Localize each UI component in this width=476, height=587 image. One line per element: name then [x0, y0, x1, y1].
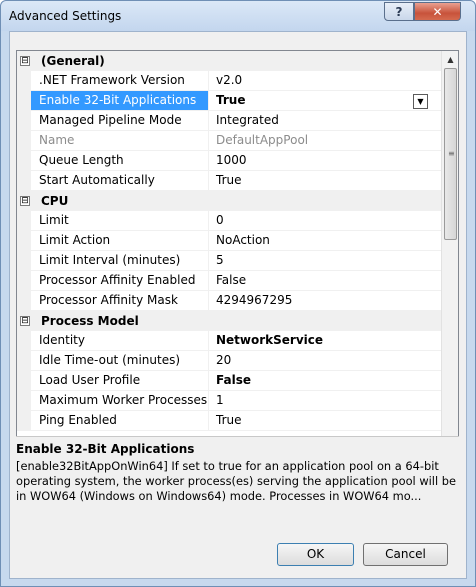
property-name[interactable]: Identity: [31, 331, 209, 351]
property-name[interactable]: Limit: [31, 211, 209, 231]
property-name[interactable]: Start Automatically: [31, 171, 209, 191]
dialog-content: .NET Framework Version v2.0 Enable 32-Bit …: [9, 31, 467, 579]
row-gutter: [17, 151, 31, 171]
property-row[interactable]: Identity NetworkService: [17, 331, 441, 351]
row-gutter: [17, 211, 31, 231]
property-value[interactable]: False: [209, 371, 441, 391]
help-button[interactable]: ?: [384, 2, 414, 21]
property-row[interactable]: Idle Time-out (minutes) 20: [17, 351, 441, 371]
row-gutter: [17, 391, 31, 411]
dialog-title: Advanced Settings: [9, 9, 122, 23]
property-row[interactable]: Limit Interval (minutes) 5: [17, 251, 441, 271]
category-row[interactable]: ⊟ CPU: [17, 191, 441, 211]
property-value[interactable]: Integrated: [209, 111, 441, 131]
row-gutter: [17, 271, 31, 291]
category-label: (General): [41, 54, 105, 68]
description-title: Enable 32-Bit Applications: [16, 442, 195, 456]
property-row[interactable]: Start Automatically True: [17, 171, 441, 191]
category-label: Process Model: [41, 314, 139, 328]
property-row[interactable]: Maximum Worker Processes 1: [17, 391, 441, 411]
property-value[interactable]: 1000: [209, 151, 441, 171]
property-name[interactable]: Queue Length: [31, 151, 209, 171]
property-row[interactable]: Limit 0: [17, 211, 441, 231]
property-value[interactable]: v2.0: [209, 71, 441, 91]
property-row[interactable]: Queue Length 1000: [17, 151, 441, 171]
row-gutter: [17, 231, 31, 251]
property-name[interactable]: Limit Action: [31, 231, 209, 251]
property-row[interactable]: Load User Profile False: [17, 371, 441, 391]
property-value[interactable]: 20: [209, 351, 441, 371]
row-gutter: [17, 91, 31, 111]
collapse-icon[interactable]: ⊟: [20, 196, 30, 206]
property-row[interactable]: Ping Enabled True: [17, 411, 441, 431]
row-gutter: [17, 331, 31, 351]
property-row[interactable]: Enable 32-Bit Applications True ▼: [17, 91, 441, 111]
help-icon: ?: [395, 4, 403, 19]
property-value[interactable]: False: [209, 271, 441, 291]
property-row[interactable]: Managed Pipeline Mode Integrated: [17, 111, 441, 131]
close-icon: ✕: [432, 4, 443, 19]
property-row[interactable]: Limit Action NoAction: [17, 231, 441, 251]
category-label: CPU: [41, 194, 69, 208]
property-name[interactable]: Maximum Worker Processes: [31, 391, 209, 411]
property-value[interactable]: True: [209, 411, 441, 431]
collapse-icon[interactable]: ⊟: [20, 56, 30, 66]
property-value[interactable]: 0: [209, 211, 441, 231]
property-name[interactable]: Enable 32-Bit Applications: [31, 91, 209, 111]
row-gutter: [17, 411, 31, 431]
category-row[interactable]: ⊟ (General): [17, 51, 441, 71]
close-button[interactable]: ✕: [414, 2, 461, 21]
row-gutter: [17, 371, 31, 391]
property-value[interactable]: NetworkService: [209, 331, 441, 351]
property-row[interactable]: Processor Affinity Mask 4294967295: [17, 291, 441, 311]
vertical-scrollbar[interactable]: ▲ ≡ ▼: [441, 51, 458, 463]
property-name[interactable]: Name: [31, 131, 209, 151]
dropdown-arrow-icon[interactable]: ▼: [413, 94, 428, 109]
row-gutter: [17, 291, 31, 311]
category-row[interactable]: ⊟ Process Model: [17, 311, 441, 331]
property-value[interactable]: NoAction: [209, 231, 441, 251]
property-value[interactable]: 1: [209, 391, 441, 411]
property-name[interactable]: .NET Framework Version: [31, 71, 209, 91]
property-name[interactable]: Ping Enabled: [31, 411, 209, 431]
property-value[interactable]: 5: [209, 251, 441, 271]
property-name[interactable]: Managed Pipeline Mode: [31, 111, 209, 131]
scroll-up-icon[interactable]: ▲: [442, 51, 458, 68]
property-name[interactable]: Load User Profile: [31, 371, 209, 391]
property-value[interactable]: 4294967295: [209, 291, 441, 311]
property-value[interactable]: True: [209, 171, 441, 191]
property-value[interactable]: DefaultAppPool: [209, 131, 441, 151]
property-row[interactable]: Processor Affinity Enabled False: [17, 271, 441, 291]
row-gutter: [17, 111, 31, 131]
property-row[interactable]: Name DefaultAppPool: [17, 131, 441, 151]
row-gutter: [17, 131, 31, 151]
property-name[interactable]: Idle Time-out (minutes): [31, 351, 209, 371]
ok-button[interactable]: OK: [277, 543, 354, 566]
row-gutter: [17, 351, 31, 371]
grip-icon: ≡: [448, 149, 455, 158]
property-name[interactable]: Processor Affinity Mask: [31, 291, 209, 311]
scroll-thumb[interactable]: ≡: [444, 68, 457, 240]
row-gutter: [17, 251, 31, 271]
row-gutter: [17, 171, 31, 191]
property-name[interactable]: Limit Interval (minutes): [31, 251, 209, 271]
cancel-button[interactable]: Cancel: [363, 543, 448, 566]
property-name[interactable]: Processor Affinity Enabled: [31, 271, 209, 291]
property-grid[interactable]: .NET Framework Version v2.0 Enable 32-Bit …: [16, 50, 459, 464]
title-bar[interactable]: Advanced Settings ? ✕: [1, 1, 475, 31]
description-text: [enable32BitAppOnWin64] If set to true f…: [16, 459, 456, 503]
property-value[interactable]: True: [209, 91, 441, 111]
row-gutter: [17, 71, 31, 91]
property-row[interactable]: .NET Framework Version v2.0: [17, 71, 441, 91]
advanced-settings-dialog: Advanced Settings ? ✕ .NET Framework Ver…: [0, 0, 476, 587]
collapse-icon[interactable]: ⊟: [20, 316, 30, 326]
